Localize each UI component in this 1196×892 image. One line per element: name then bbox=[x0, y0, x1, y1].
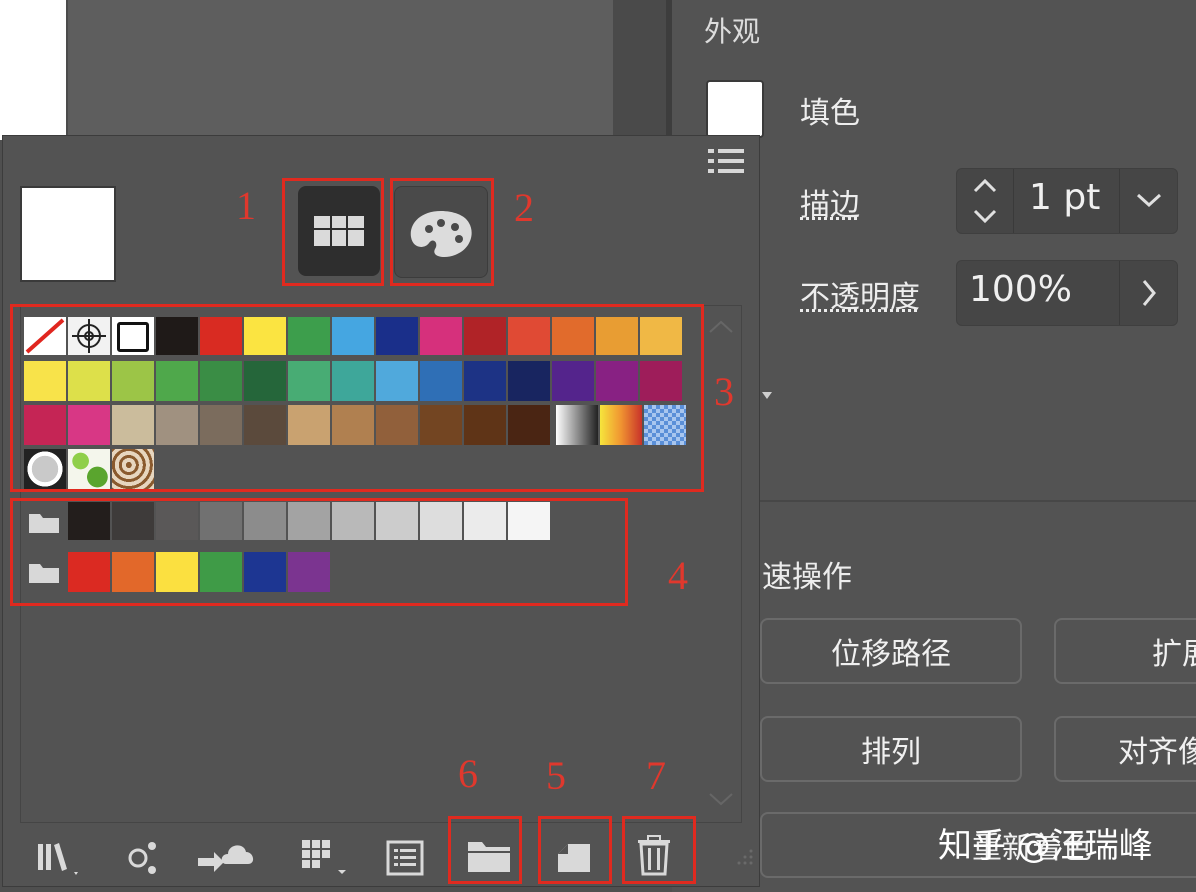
scroll-down-icon[interactable] bbox=[706, 792, 736, 808]
annotation-box-6 bbox=[448, 816, 522, 884]
opacity-label[interactable]: 不透明度 bbox=[800, 272, 920, 316]
fill-label: 填色 bbox=[800, 96, 860, 131]
annotation-number-6: 6 bbox=[458, 751, 478, 796]
chevron-down-icon bbox=[1136, 193, 1162, 208]
align-button[interactable]: 对齐像 bbox=[1054, 716, 1196, 782]
quick-actions-title: 速操作 bbox=[762, 560, 852, 595]
stroke-label[interactable]: 描边 bbox=[800, 180, 860, 224]
annotation-number-4: 4 bbox=[668, 553, 688, 598]
artboard-edge bbox=[0, 0, 66, 140]
cloud-icon[interactable] bbox=[196, 836, 258, 878]
expand-button[interactable]: 扩展 bbox=[1054, 618, 1196, 684]
opacity-slider-button[interactable] bbox=[1119, 261, 1178, 325]
annotation-box-3 bbox=[10, 304, 704, 492]
annotation-number-7: 7 bbox=[646, 753, 666, 798]
opacity-value[interactable]: 100% bbox=[969, 269, 1072, 310]
stroke-stepper[interactable] bbox=[957, 169, 1014, 233]
stroke-weight-control[interactable]: 1 pt bbox=[956, 168, 1178, 234]
canvas-gutter bbox=[613, 0, 671, 140]
watermark: 知乎 @汪瑞峰 bbox=[938, 826, 1153, 866]
annotation-box-7 bbox=[622, 816, 696, 884]
annotation-number-5: 5 bbox=[546, 753, 566, 798]
annotation-box-2 bbox=[390, 178, 494, 286]
fill-preview[interactable] bbox=[20, 186, 116, 282]
opacity-control[interactable]: 100% bbox=[956, 260, 1178, 326]
stroke-dropdown[interactable] bbox=[1119, 169, 1178, 233]
more-options-icon[interactable] bbox=[762, 392, 772, 399]
list-icon[interactable] bbox=[386, 838, 426, 878]
list-menu-icon[interactable] bbox=[706, 146, 746, 176]
annotation-number-2: 2 bbox=[514, 185, 534, 230]
resize-grip-icon[interactable] bbox=[736, 848, 754, 866]
annotation-box-1 bbox=[282, 178, 384, 286]
annotation-box-4 bbox=[10, 498, 628, 606]
offset-path-button[interactable]: 位移路径 bbox=[760, 618, 1022, 684]
grid-icon[interactable] bbox=[300, 836, 350, 878]
stroke-value[interactable]: 1 pt bbox=[1029, 177, 1100, 218]
arrange-button[interactable]: 排列 bbox=[760, 716, 1022, 782]
swatch-options-icon[interactable] bbox=[126, 838, 160, 878]
annotation-number-3: 3 bbox=[714, 369, 734, 414]
stepper-icon bbox=[973, 178, 997, 224]
document-area bbox=[68, 0, 613, 140]
annotation-box-5 bbox=[538, 816, 612, 884]
annotation-number-1: 1 bbox=[236, 183, 256, 228]
libraries-icon[interactable] bbox=[36, 838, 88, 878]
scroll-up-icon[interactable] bbox=[706, 318, 736, 334]
fill-swatch[interactable] bbox=[706, 80, 764, 138]
appearance-title: 外观 bbox=[704, 15, 761, 48]
chevron-right-icon bbox=[1142, 280, 1156, 306]
